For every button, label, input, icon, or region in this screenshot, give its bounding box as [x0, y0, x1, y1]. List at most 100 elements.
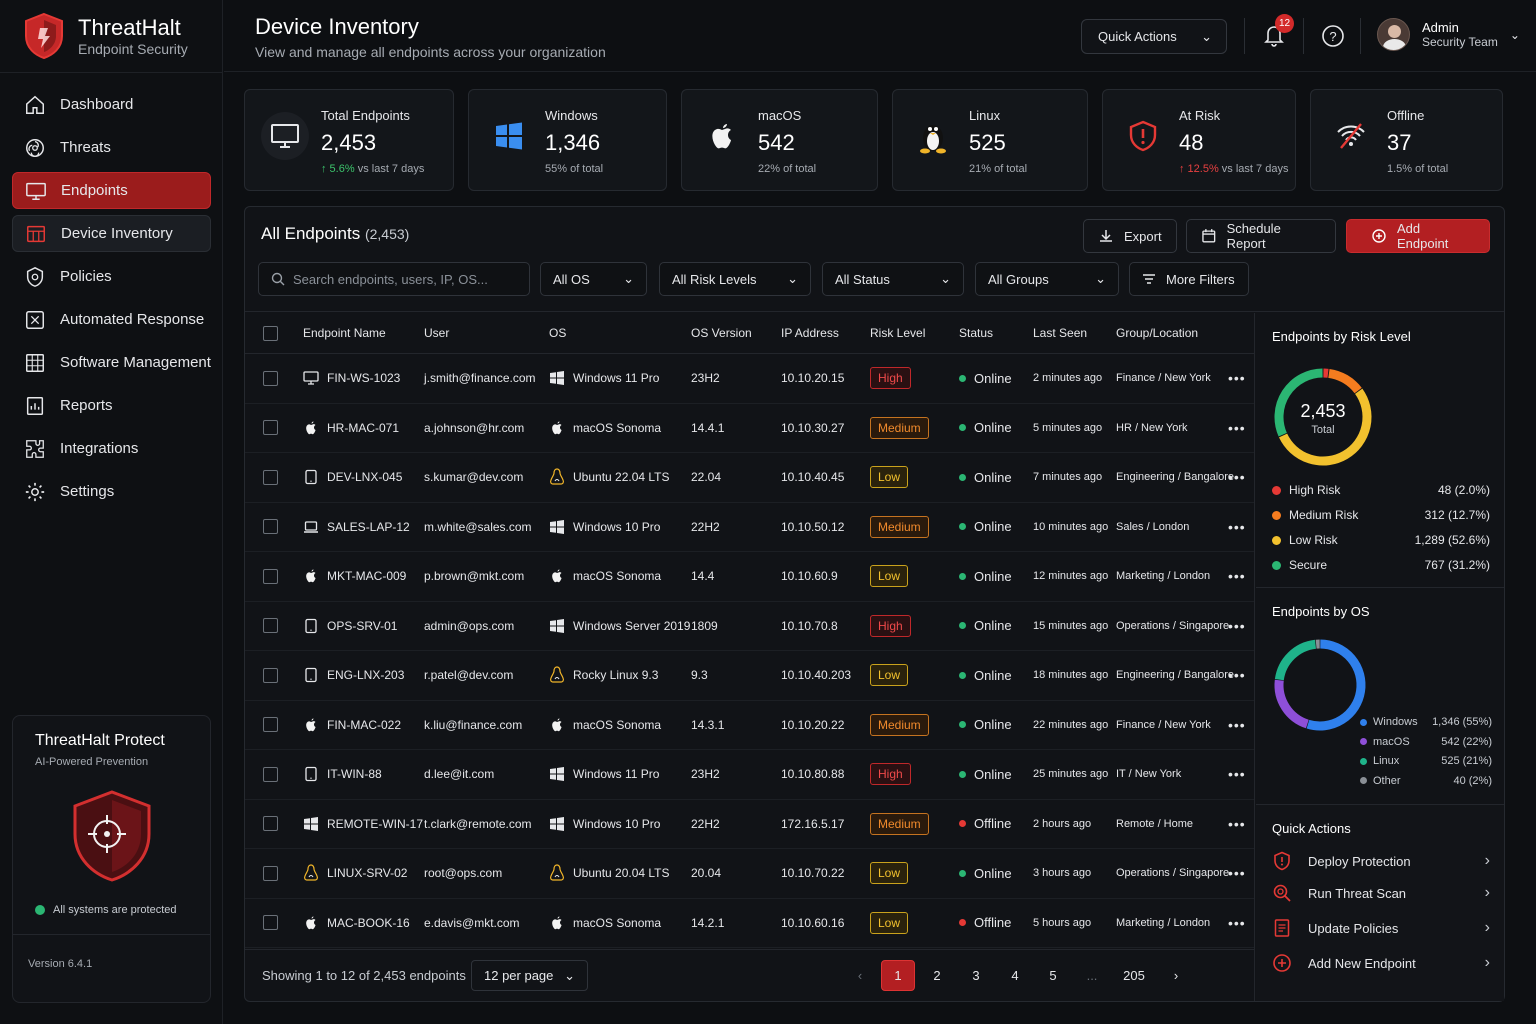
table-row[interactable]: LINUX-SRV-02 root@ops.com Ubuntu 20.04 LTS… [245, 849, 1255, 899]
more-actions-icon[interactable]: ••• [1228, 865, 1248, 881]
per-page-select[interactable]: 12 per page ⌄ [471, 960, 588, 991]
next-page-button[interactable]: › [1159, 960, 1193, 991]
table-row[interactable]: MAC-BOOK-16 e.davis@mkt.com macOS Sonoma 14… [245, 899, 1255, 948]
row-checkbox[interactable] [263, 618, 278, 634]
more-actions-icon[interactable]: ••• [1228, 618, 1248, 634]
quick-action-deploy-protection[interactable]: Deploy Protection › [1272, 851, 1490, 871]
sidebar-item-reports[interactable]: Reports [12, 387, 211, 424]
table-row[interactable]: OPS-SRV-01 admin@ops.com Windows Server 20… [245, 602, 1255, 651]
more-actions-icon[interactable]: ••• [1228, 766, 1248, 782]
sidebar-item-software-management[interactable]: Software Management [12, 344, 211, 381]
group-filter-dropdown[interactable]: All Groups ⌄ [975, 262, 1119, 296]
column-header[interactable]: IP Address [781, 326, 870, 340]
more-filters-button[interactable]: More Filters [1129, 262, 1249, 296]
os-filter-dropdown[interactable]: All OS ⌄ [540, 262, 647, 296]
column-header[interactable]: OS [549, 326, 691, 340]
more-actions-icon[interactable]: ••• [1228, 568, 1248, 584]
table-row[interactable]: ENG-LNX-203 r.patel@dev.com Rocky Linux 9.… [245, 651, 1255, 701]
column-header[interactable]: Group/Location [1116, 326, 1228, 340]
row-checkbox[interactable] [263, 717, 278, 733]
more-actions-icon[interactable]: ••• [1228, 469, 1248, 485]
endpoint-name[interactable]: FIN-WS-1023 [327, 371, 400, 385]
sidebar-item-integrations[interactable]: Integrations [12, 430, 211, 467]
endpoint-name[interactable]: LINUX-SRV-02 [327, 866, 407, 880]
donut-slice-medium-risk[interactable] [1328, 368, 1362, 394]
endpoint-name[interactable]: FIN-MAC-022 [327, 718, 401, 732]
endpoint-name[interactable]: MKT-MAC-009 [327, 569, 406, 583]
schedule-report-button[interactable]: Schedule Report [1186, 219, 1336, 253]
sidebar-item-automated-response[interactable]: Automated Response [12, 301, 211, 338]
page-button[interactable]: 5 [1036, 960, 1070, 991]
row-checkbox[interactable] [263, 469, 278, 485]
page-button[interactable]: 3 [959, 960, 993, 991]
stat-card-offline[interactable]: Offline 37 1.5% of total [1310, 89, 1503, 191]
brand[interactable]: ThreatHalt Endpoint Security [22, 12, 188, 60]
endpoint-name[interactable]: IT-WIN-88 [327, 767, 382, 781]
prev-page-button[interactable]: ‹ [843, 960, 877, 991]
add-endpoint-button[interactable]: Add Endpoint [1346, 219, 1490, 253]
row-checkbox[interactable] [263, 915, 278, 931]
row-checkbox[interactable] [263, 816, 278, 832]
endpoint-name[interactable]: ENG-LNX-203 [327, 668, 404, 682]
select-all-checkbox[interactable] [263, 325, 278, 341]
endpoint-name[interactable]: DEV-LNX-045 [327, 470, 402, 484]
sidebar-item-policies[interactable]: Policies [12, 258, 211, 295]
quick-actions-dropdown[interactable]: Quick Actions ⌄ [1081, 19, 1227, 54]
sidebar-item-settings[interactable]: Settings [12, 473, 211, 510]
column-header[interactable]: Endpoint Name [303, 326, 424, 340]
stat-card-total-endpoints[interactable]: Total Endpoints 2,453 ↑ 5.6% vs last 7 day… [244, 89, 454, 191]
page-button[interactable]: 2 [920, 960, 954, 991]
status-filter-dropdown[interactable]: All Status ⌄ [822, 262, 964, 296]
row-checkbox[interactable] [263, 370, 278, 386]
page-button[interactable]: 1 [881, 960, 915, 991]
endpoint-name[interactable]: MAC-BOOK-16 [327, 916, 410, 930]
endpoint-name[interactable]: SALES-LAP-12 [327, 520, 410, 534]
table-row[interactable]: FIN-MAC-022 k.liu@finance.com macOS Sonoma… [245, 701, 1255, 750]
quick-action-run-threat-scan[interactable]: Run Threat Scan › [1272, 883, 1490, 903]
sidebar-item-device-inventory[interactable]: Device Inventory [12, 215, 211, 252]
row-checkbox[interactable] [263, 519, 278, 535]
quick-action-update-policies[interactable]: Update Policies › [1272, 918, 1490, 938]
more-actions-icon[interactable]: ••• [1228, 667, 1248, 683]
table-row[interactable]: HR-MAC-071 a.johnson@hr.com macOS Sonoma 14… [245, 404, 1255, 453]
page-button[interactable]: 205 [1117, 960, 1151, 991]
donut-slice-macos[interactable] [1274, 679, 1309, 729]
table-row[interactable]: MKT-MAC-009 p.brown@mkt.com macOS Sonoma 14… [245, 552, 1255, 602]
column-header[interactable]: User [424, 326, 549, 340]
endpoint-name[interactable]: HR-MAC-071 [327, 421, 399, 435]
more-actions-icon[interactable]: ••• [1228, 717, 1248, 733]
table-row[interactable]: SALES-LAP-12 m.white@sales.com Windows 10 … [245, 503, 1255, 552]
page-button[interactable]: 4 [998, 960, 1032, 991]
sidebar-item-dashboard[interactable]: Dashboard [12, 86, 211, 123]
table-row[interactable]: FIN-WS-1023 j.smith@finance.com Windows 11… [245, 354, 1255, 404]
donut-slice-linux[interactable] [1274, 639, 1317, 681]
column-header[interactable]: Status [959, 326, 1033, 340]
user-menu[interactable]: Admin Security Team ⌄ [1377, 18, 1520, 51]
more-actions-icon[interactable]: ••• [1228, 420, 1248, 436]
search-input[interactable]: Search endpoints, users, IP, OS... [258, 262, 530, 296]
row-checkbox[interactable] [263, 420, 278, 436]
row-checkbox[interactable] [263, 766, 278, 782]
more-actions-icon[interactable]: ••• [1228, 816, 1248, 832]
endpoint-name[interactable]: OPS-SRV-01 [327, 619, 397, 633]
table-row[interactable]: DEV-LNX-045 s.kumar@dev.com Ubuntu 22.04 L… [245, 453, 1255, 503]
column-header[interactable]: OS Version [691, 326, 781, 340]
row-checkbox[interactable] [263, 865, 278, 881]
more-actions-icon[interactable]: ••• [1228, 370, 1248, 386]
more-actions-icon[interactable]: ••• [1228, 519, 1248, 535]
sidebar-item-endpoints[interactable]: Endpoints [12, 172, 211, 209]
more-actions-icon[interactable]: ••• [1228, 915, 1248, 931]
sidebar-item-threats[interactable]: Threats [12, 129, 211, 166]
table-row[interactable]: REMOTE-WIN-17 t.clark@remote.com Windows 1… [245, 800, 1255, 849]
stat-card-macos[interactable]: macOS 542 22% of total [681, 89, 878, 191]
risk-filter-dropdown[interactable]: All Risk Levels ⌄ [659, 262, 811, 296]
export-button[interactable]: Export [1083, 219, 1177, 253]
stat-card-windows[interactable]: Windows 1,346 55% of total [468, 89, 667, 191]
quick-action-add-new-endpoint[interactable]: Add New Endpoint › [1272, 953, 1490, 973]
column-header[interactable]: Risk Level [870, 326, 959, 340]
help-icon[interactable]: ? [1321, 24, 1345, 48]
donut-slice-windows[interactable] [1306, 639, 1366, 731]
row-checkbox[interactable] [263, 568, 278, 584]
row-checkbox[interactable] [263, 667, 278, 683]
stat-card-linux[interactable]: Linux 525 21% of total [892, 89, 1088, 191]
